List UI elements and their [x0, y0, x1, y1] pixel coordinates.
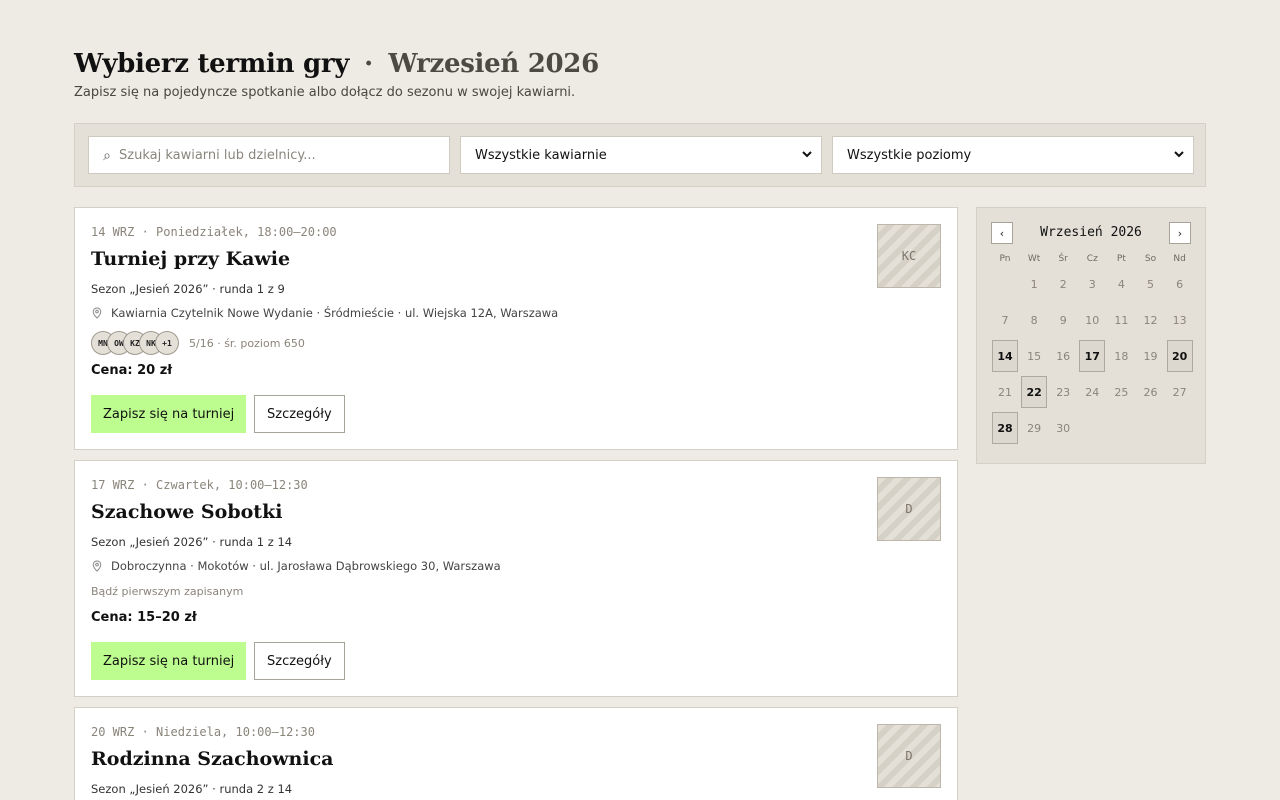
first-signup-note: Bądź pierwszym zapisanym: [91, 585, 244, 598]
calendar-header: ‹ Wrzesień 2026 ›: [991, 222, 1191, 244]
calendar-title: Wrzesień 2026: [1040, 225, 1142, 240]
calendar-weekday: Cz: [1086, 254, 1098, 264]
event-title: Turniej przy Kawie: [91, 248, 291, 270]
calendar-day: 6: [1176, 277, 1184, 291]
event-price: Cena: 15–20 zł: [91, 610, 197, 625]
page-title-month: Wrzesień 2026: [388, 49, 599, 79]
search-box[interactable]: ⌕: [88, 136, 450, 174]
calendar-day-event[interactable]: 14: [992, 340, 1018, 372]
event-season: Sezon „Jesień 2026” · runda 1 z 9: [91, 282, 285, 296]
calendar-day-event[interactable]: 22: [1021, 376, 1048, 408]
page-title-main: Wybierz termin gry: [74, 49, 350, 79]
calendar-day: 11: [1114, 313, 1129, 327]
event-title: Rodzinna Szachownica: [91, 748, 334, 770]
page-title-separator: ·: [364, 49, 374, 79]
calendar-day: 10: [1085, 313, 1100, 327]
calendar-day-event[interactable]: 28: [992, 412, 1018, 444]
calendar-day: 4: [1117, 277, 1125, 291]
cafe-thumbnail[interactable]: D: [877, 724, 941, 788]
cafe-thumbnail[interactable]: D: [877, 477, 941, 541]
calendar-day: 15: [1027, 349, 1042, 363]
map-pin-icon: [92, 307, 102, 319]
calendar-day: 8: [1030, 313, 1038, 327]
calendar-day: 12: [1143, 313, 1158, 327]
filter-bar: ⌕ Wszystkie kawiarnie Wszystkie poziomy: [74, 123, 1206, 187]
search-input[interactable]: [119, 147, 439, 163]
calendar-day: 25: [1114, 385, 1129, 399]
calendar-day: 5: [1147, 277, 1154, 291]
calendar-day: 16: [1056, 349, 1071, 363]
signup-button[interactable]: Zapisz się na turniej: [91, 642, 247, 680]
calendar-day: 18: [1114, 349, 1129, 363]
event-card: 17 WRZ · Czwartek, 10:00–12:30 Szachowe …: [74, 460, 958, 697]
page-subtitle: Zapisz się na pojedyncze spotkanie albo …: [74, 85, 576, 100]
calendar-day: 29: [1027, 421, 1042, 435]
event-address: Kawiarnia Czytelnik Nowe Wydanie · Śródm…: [91, 306, 558, 320]
event-season: Sezon „Jesień 2026” · runda 1 z 14: [91, 535, 293, 549]
event-address-text: Kawiarnia Czytelnik Nowe Wydanie · Śródm…: [111, 306, 559, 320]
calendar-day: 1: [1030, 277, 1038, 291]
calendar-day: 9: [1059, 313, 1067, 327]
cafe-select[interactable]: Wszystkie kawiarnie: [460, 136, 822, 174]
calendar-day: 27: [1172, 385, 1187, 399]
search-icon: ⌕: [103, 148, 111, 164]
cafe-thumbnail[interactable]: KC: [877, 224, 941, 288]
event-card: 20 WRZ · Niedziela, 10:00–12:30 Rodzinna…: [74, 707, 958, 800]
calendar-weekday: Pn: [999, 254, 1011, 264]
calendar-day: 7: [1001, 313, 1009, 327]
level-select-value: Wszystkie poziomy: [847, 147, 972, 163]
event-date: 17 WRZ · Czwartek, 10:00–12:30: [91, 478, 308, 492]
chevron-down-icon: [1174, 151, 1184, 158]
event-address: Dobroczynna · Mokotów · ul. Jarosława Dą…: [91, 559, 501, 573]
event-date: 14 WRZ · Poniedziałek, 18:00–20:00: [91, 225, 337, 239]
event-date: 20 WRZ · Niedziela, 10:00–12:30: [91, 725, 315, 739]
details-button[interactable]: Szczegóły: [254, 395, 345, 433]
event-title: Szachowe Sobotki: [91, 501, 283, 523]
calendar-day: 2: [1059, 277, 1067, 291]
details-button[interactable]: Szczegóły: [254, 642, 345, 680]
calendar-day: 24: [1085, 385, 1100, 399]
level-select[interactable]: Wszystkie poziomy: [832, 136, 1194, 174]
calendar-day: 3: [1088, 277, 1096, 291]
calendar-day-event[interactable]: 17: [1079, 340, 1106, 372]
calendar-day: 23: [1056, 385, 1071, 399]
calendar-day: 26: [1143, 385, 1158, 399]
calendar-weekday: Wt: [1027, 254, 1041, 264]
calendar-day: 19: [1143, 349, 1158, 363]
calendar-day: 21: [998, 385, 1012, 399]
participant-avatars: MN OW KZ NK +1 5/16 · śr. poziom 650: [91, 331, 305, 355]
calendar-weekday: So: [1144, 254, 1157, 264]
calendar-day: 30: [1056, 421, 1071, 435]
event-address-text: Dobroczynna · Mokotów · ul. Jarosława Dą…: [111, 559, 501, 573]
page-title: Wybierz termin gry · Wrzesień 2026: [74, 42, 599, 80]
map-pin-icon: [92, 560, 102, 572]
avatar-more: +1: [155, 331, 179, 355]
signup-button[interactable]: Zapisz się na turniej: [91, 395, 247, 433]
event-season: Sezon „Jesień 2026” · runda 2 z 14: [91, 782, 293, 796]
chevron-down-icon: [802, 151, 812, 158]
cafe-select-value: Wszystkie kawiarnie: [475, 147, 607, 163]
event-price: Cena: 20 zł: [91, 363, 173, 378]
calendar-weekday: Nd: [1173, 254, 1186, 264]
calendar-day-event[interactable]: 20: [1166, 340, 1193, 372]
calendar-day: 13: [1172, 313, 1187, 327]
event-card: 14 WRZ · Poniedziałek, 18:00–20:00 Turni…: [74, 207, 958, 450]
calendar-weekday: Śr: [1058, 254, 1068, 264]
participants-meta: 5/16 · śr. poziom 650: [189, 336, 305, 350]
calendar-weekday: Pt: [1116, 254, 1126, 264]
calendar-next-button[interactable]: ›: [1169, 222, 1191, 244]
calendar: ‹ Wrzesień 2026 › Pn Wt Śr Cz Pt So Nd 1 2 3 4 5 6 7 8…: [976, 207, 1206, 464]
